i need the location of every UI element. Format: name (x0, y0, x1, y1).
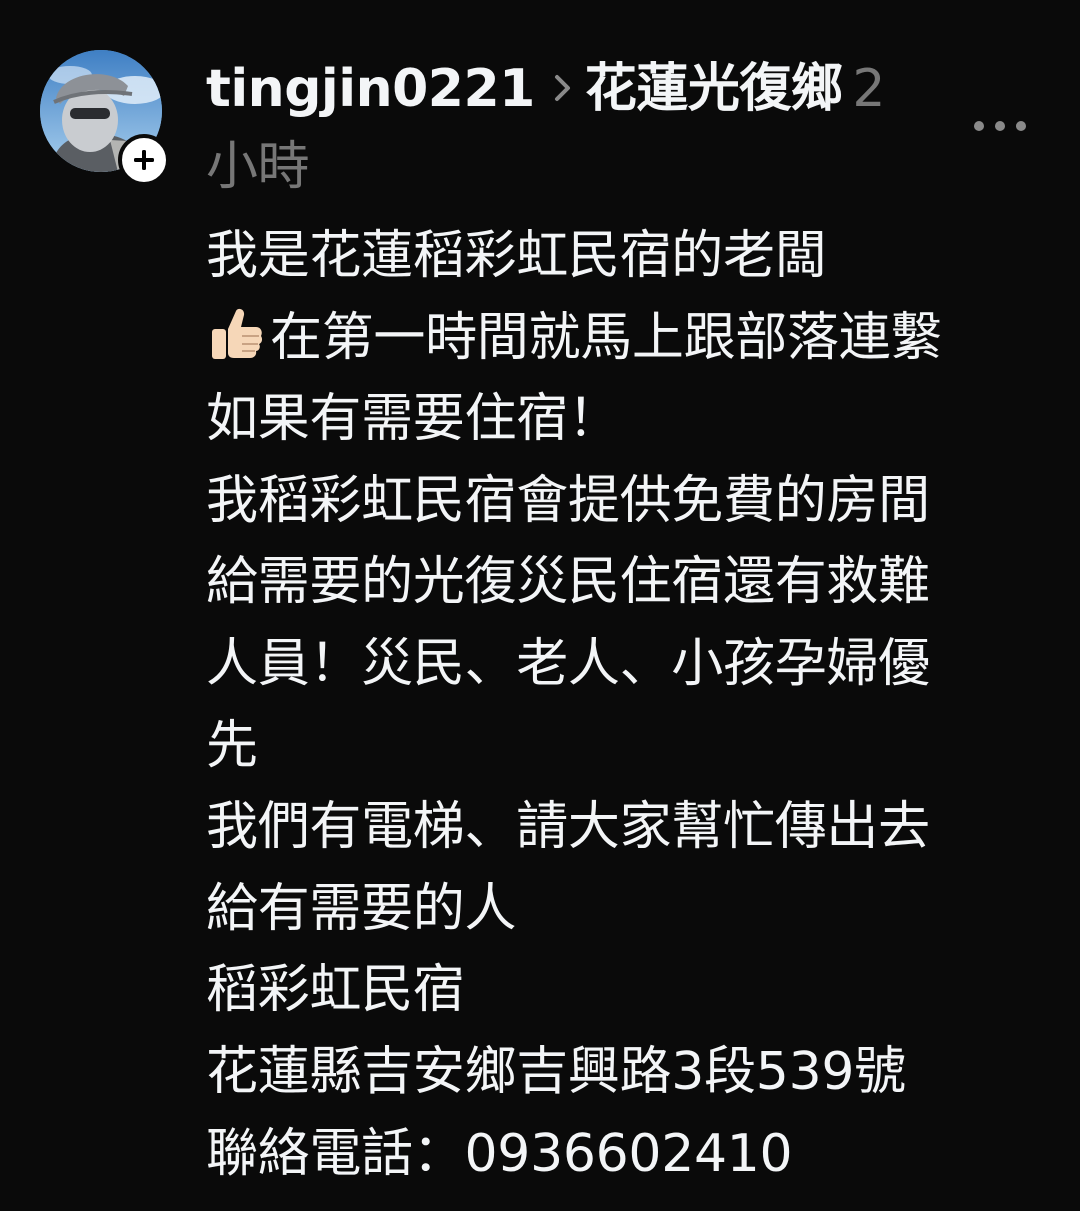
post-text-line-with-emoji: 在第一時間就馬上跟部落連繫 (206, 298, 1056, 380)
post-text-line: 聯絡電話：0936602410 (206, 1123, 793, 1184)
post-text-line: 我是花蓮稻彩虹民宿的老闆 (206, 226, 827, 286)
thread-post: tingjin0221 花蓮光復鄉 2 小時 我是花蓮稻彩虹民宿的老闆 在第一時間就… (0, 0, 1080, 1211)
thumbs-up-icon (206, 303, 266, 363)
post-text-line: 在第一時間就馬上跟部落連繫 (270, 307, 943, 368)
chevron-right-icon (541, 68, 585, 108)
plus-icon (131, 147, 157, 173)
post-text-line: 給需要的光復災民住宿還有救難 (206, 552, 930, 613)
post-header: tingjin0221 花蓮光復鄉 2 小時 (206, 50, 946, 206)
post-body: 我是花蓮稻彩虹民宿的老闆 在第一時間就馬上跟部落連繫 如果有需要住宿！ 我稻彩虹… (206, 216, 1056, 1195)
more-horizontal-icon (995, 121, 1005, 131)
post-text-line: 給有需要的人 (206, 878, 517, 939)
username[interactable]: tingjin0221 (206, 59, 535, 119)
post-text-line: 如果有需要住宿！ (206, 389, 620, 450)
more-horizontal-icon (974, 121, 984, 131)
post-text-line: 稻彩虹民宿 (206, 960, 465, 1021)
post-text-line: 先 (206, 715, 258, 776)
post-text-line: 我們有電梯、請大家幫忙傳出去 (206, 797, 930, 858)
avatar-container (40, 50, 170, 186)
post-text-line: 花蓮縣吉安鄉吉興路3段539號 (206, 1041, 906, 1102)
follow-button[interactable] (118, 134, 170, 186)
more-horizontal-icon (1016, 121, 1026, 131)
post-text-line: 我稻彩虹民宿會提供免費的房間 (206, 470, 930, 531)
more-options-button[interactable] (968, 106, 1032, 146)
location-tag[interactable]: 花蓮光復鄉 (585, 59, 843, 119)
post-text-line: 人員！災民、老人、小孩孕婦優 (206, 633, 930, 694)
